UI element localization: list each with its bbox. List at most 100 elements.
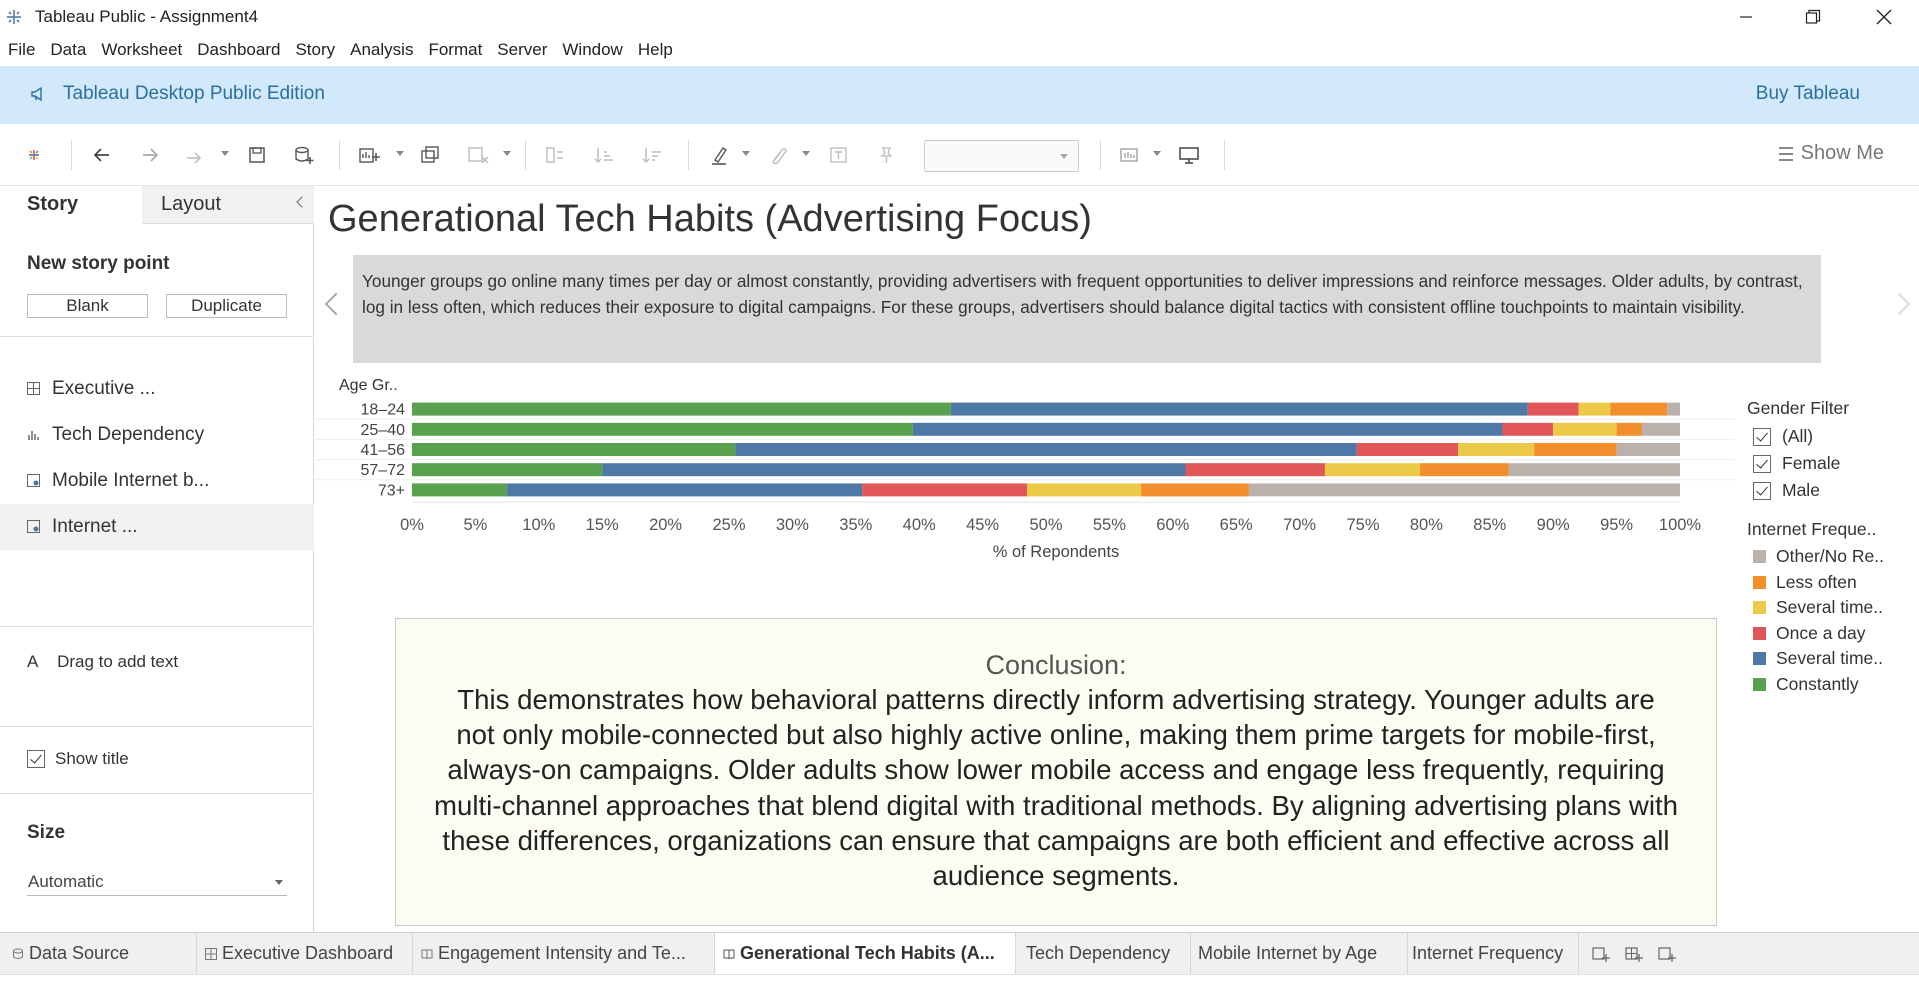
legend-item[interactable]: Other/No Re.. <box>1753 544 1917 570</box>
show-title-checkbox[interactable] <box>27 750 45 768</box>
tab-executive-dashboard[interactable]: Executive Dashboard <box>197 933 413 975</box>
menu-data[interactable]: Data <box>50 40 86 60</box>
menu-window[interactable]: Window <box>562 40 622 60</box>
tab-layout[interactable]: Layout <box>142 186 314 224</box>
show-cards-icon[interactable] <box>1118 144 1142 166</box>
x-tick-label: 5% <box>463 516 487 534</box>
back-icon[interactable] <box>90 144 114 166</box>
close-icon[interactable] <box>1849 0 1919 34</box>
fit-dropdown[interactable] <box>924 140 1079 172</box>
menu-worksheet[interactable]: Worksheet <box>101 40 182 60</box>
legend-swatch <box>1753 550 1766 564</box>
bar-segment <box>735 443 1357 456</box>
group-members-icon[interactable] <box>766 144 790 166</box>
menu-help[interactable]: Help <box>638 40 673 60</box>
tableau-logo-icon[interactable] <box>22 144 46 166</box>
show-mark-labels-icon[interactable] <box>827 144 851 166</box>
tab-internet-frequency[interactable]: Internet Frequency <box>1408 933 1579 975</box>
menu-analysis[interactable]: Analysis <box>350 40 413 60</box>
x-tick-label: 75% <box>1346 516 1379 534</box>
category-label: 41–56 <box>361 442 406 459</box>
tab-label: Internet Frequency <box>1412 943 1564 963</box>
clear-sheet-icon[interactable] <box>466 144 490 166</box>
menu-server[interactable]: Server <box>497 40 547 60</box>
tab-mobile-internet-by-age[interactable]: Mobile Internet by Age <box>1191 933 1408 975</box>
row-header: Age Gr.. <box>339 379 398 394</box>
legend-item[interactable]: Once a day <box>1753 621 1917 647</box>
bar-segment <box>1141 483 1249 497</box>
menu-dashboard[interactable]: Dashboard <box>197 40 280 60</box>
conclusion-text-box[interactable]: Conclusion: This demonstrates how behavi… <box>395 618 1717 926</box>
legend-label: Constantly <box>1776 673 1859 694</box>
swap-rows-columns-icon[interactable] <box>543 144 567 166</box>
collapse-panel-icon[interactable] <box>296 196 308 208</box>
tab-engagement-intensity[interactable]: Engagement Intensity and Te... <box>413 933 715 975</box>
tab-data-source[interactable]: Data Source <box>0 933 197 975</box>
legend-item[interactable]: Constantly <box>1753 672 1917 698</box>
legend-swatch <box>1753 652 1766 666</box>
redo-icon[interactable] <box>183 144 207 166</box>
legend-item[interactable]: Less often <box>1753 570 1917 596</box>
legend-swatch <box>1753 575 1766 589</box>
gender-filter-female[interactable]: Female <box>1753 450 1917 477</box>
checkbox[interactable] <box>1753 481 1771 500</box>
size-heading: Size <box>27 822 66 843</box>
tab-generational-tech-habits[interactable]: Generational Tech Habits (A... <box>715 933 1016 975</box>
sort-descending-icon[interactable] <box>640 144 664 166</box>
new-dashboard-icon[interactable] <box>1625 945 1643 963</box>
text-icon: A <box>27 652 39 671</box>
legend-item[interactable]: Several time.. <box>1753 595 1917 621</box>
show-me-button[interactable]: Show Me <box>1778 142 1884 165</box>
conclusion-heading: Conclusion: <box>985 650 1127 680</box>
menu-file[interactable]: File <box>8 40 35 60</box>
legend-item[interactable]: Several time.. <box>1753 646 1917 672</box>
menu-format[interactable]: Format <box>428 40 482 60</box>
duplicate-button[interactable]: Duplicate <box>166 294 287 318</box>
show-title-toggle[interactable]: Show title <box>27 749 129 769</box>
story-point-internet[interactable]: Internet ... <box>0 504 314 550</box>
save-icon[interactable] <box>245 144 269 166</box>
previous-story-point-icon[interactable] <box>324 292 348 316</box>
new-worksheet-icon[interactable] <box>357 144 381 166</box>
drag-to-add-text[interactable]: A Drag to add text <box>27 652 178 672</box>
forward-icon[interactable] <box>138 144 162 166</box>
conclusion-line: This demonstrates how behavioral pattern… <box>457 684 1655 715</box>
story-point-executive[interactable]: Executive ... <box>0 366 314 412</box>
story-point-tech-dependency[interactable]: Tech Dependency <box>0 412 314 458</box>
pin-icon[interactable] <box>874 144 898 166</box>
next-story-point-icon[interactable] <box>1887 292 1911 316</box>
x-tick-label: 20% <box>649 516 682 534</box>
new-story-icon[interactable] <box>1658 945 1676 963</box>
new-worksheet-icon[interactable] <box>1592 945 1610 963</box>
menu-story[interactable]: Story <box>295 40 335 60</box>
bar-segment <box>1553 422 1617 436</box>
gender-filter-all[interactable]: (All) <box>1753 423 1917 450</box>
story-point-label: Internet ... <box>52 516 138 537</box>
story-point-mobile-internet[interactable]: Mobile Internet b... <box>0 458 314 504</box>
x-tick-label: 55% <box>1093 516 1126 534</box>
story-icon <box>723 949 735 960</box>
dashboard-icon <box>27 382 40 395</box>
restore-icon[interactable] <box>1778 0 1848 34</box>
minimize-icon[interactable] <box>1711 0 1781 34</box>
new-data-source-icon[interactable] <box>292 144 316 166</box>
duplicate-sheet-icon[interactable] <box>418 144 442 166</box>
category-label: 18–24 <box>361 402 406 419</box>
sort-ascending-icon[interactable] <box>592 144 616 166</box>
checkbox[interactable] <box>1753 427 1771 446</box>
checkbox[interactable] <box>1753 454 1771 473</box>
story-point-label: Tech Dependency <box>52 424 205 445</box>
gender-filter-male[interactable]: Male <box>1753 477 1917 504</box>
legend-swatch <box>1753 626 1766 640</box>
presentation-mode-icon[interactable] <box>1177 144 1201 166</box>
highlight-icon[interactable] <box>708 144 732 166</box>
blank-button[interactable]: Blank <box>27 294 148 318</box>
legend-label: Less often <box>1776 571 1857 592</box>
buy-tableau-link[interactable]: Buy Tableau <box>1756 83 1860 105</box>
size-dropdown[interactable]: Automatic <box>27 868 287 896</box>
legend-label: Several time.. <box>1776 597 1883 618</box>
conclusion-line: audience segments. <box>932 860 1180 892</box>
story-point-caption[interactable]: Younger groups go online many times per … <box>353 255 1821 363</box>
tab-story[interactable]: Story <box>0 186 142 224</box>
tab-tech-dependency[interactable]: Tech Dependency <box>1016 933 1191 975</box>
